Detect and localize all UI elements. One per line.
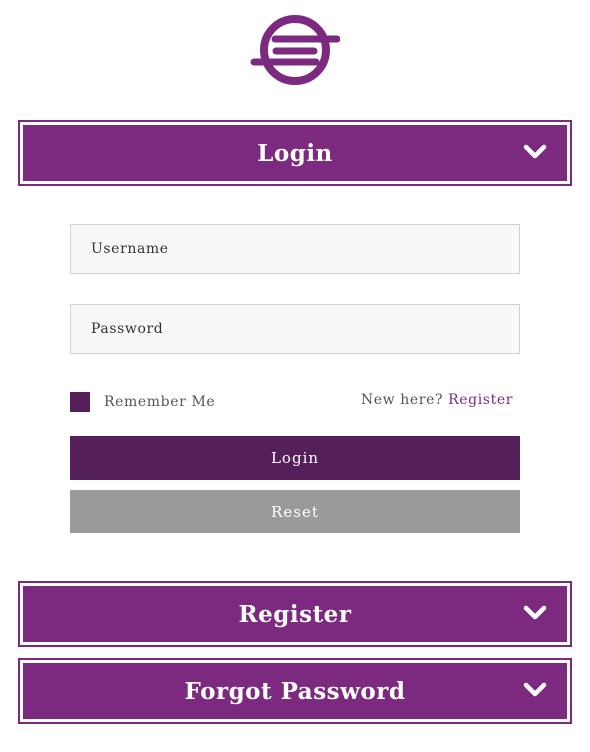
forgot-password-section-title: Forgot Password: [184, 677, 406, 705]
login-section-bar[interactable]: Login: [23, 125, 567, 181]
chevron-down-icon[interactable]: [523, 144, 547, 160]
login-button[interactable]: Login: [70, 436, 520, 480]
brand-logo-icon: [250, 14, 341, 88]
login-section-header[interactable]: Login: [18, 120, 572, 186]
register-link[interactable]: Register: [448, 392, 513, 408]
forgot-password-section-header[interactable]: Forgot Password: [18, 658, 572, 724]
remember-me-checkbox[interactable]: [70, 392, 90, 412]
chevron-down-icon[interactable]: [523, 605, 547, 621]
reset-button[interactable]: Reset: [70, 490, 520, 533]
new-here-text: New here?: [360, 392, 444, 408]
chevron-down-icon[interactable]: [523, 682, 547, 698]
register-section-title: Register: [238, 600, 352, 628]
forgot-password-section-bar[interactable]: Forgot Password: [23, 663, 567, 719]
remember-me-label: Remember Me: [104, 394, 216, 410]
register-section-bar[interactable]: Register: [23, 586, 567, 642]
username-input[interactable]: [70, 224, 520, 274]
register-section-header[interactable]: Register: [18, 581, 572, 647]
new-here-prompt: New here? Register: [361, 392, 513, 408]
password-input[interactable]: [70, 304, 520, 354]
login-section-title: Login: [257, 139, 333, 167]
